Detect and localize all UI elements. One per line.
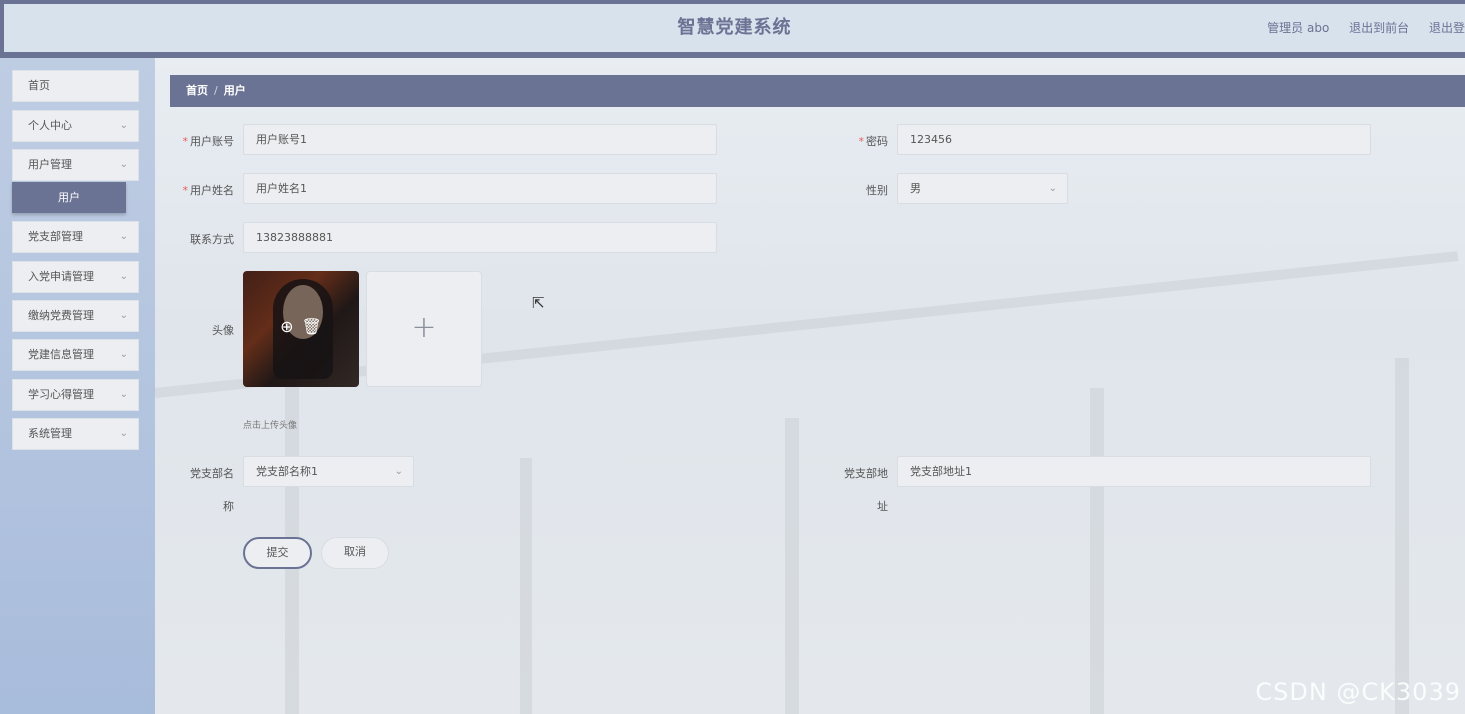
branch-name-value: 党支部名称1 — [256, 465, 318, 478]
breadcrumb-current: 用户 — [223, 84, 246, 97]
cancel-button[interactable]: 取消 — [321, 537, 389, 569]
submit-button[interactable]: 提交 — [243, 537, 312, 569]
upload-avatar-button[interactable]: + — [366, 271, 482, 387]
sidebar-item-label: 党建信息管理 — [28, 348, 94, 361]
password-label: * 密码 — [825, 133, 889, 149]
contact-label: 联系方式 — [190, 233, 234, 246]
name-label-text: 用户姓名 — [190, 184, 234, 197]
app-title: 智慧党建系统 — [677, 17, 792, 38]
sidebar-item-system-management[interactable]: 系统管理 ⌄ — [12, 418, 139, 450]
sidebar-item-label: 个人中心 — [28, 119, 72, 132]
watermark: CSDN @CK3039 — [1255, 678, 1461, 706]
sidebar-item-branch-management[interactable]: 党支部管理 ⌄ — [12, 221, 139, 253]
contact-input[interactable]: 13823888881 — [243, 222, 717, 253]
sidebar: 首页 个人中心 ⌄ 用户管理 ⌄ 用户 党支部管理 ⌄ 入党申请管理 ⌄ 缴纳党… — [0, 58, 155, 714]
top-bar-inner: 智慧党建系统 管理员 abo 退出到前台 退出登 — [4, 4, 1465, 52]
sidebar-item-label: 用户管理 — [28, 158, 72, 171]
avatar-thumbnail[interactable]: ⊕ 🗑 — [243, 271, 359, 387]
sidebar-item-application-management[interactable]: 入党申请管理 ⌄ — [12, 261, 139, 293]
mouse-cursor-icon: ⇱ — [532, 294, 545, 312]
password-input[interactable]: 123456 — [897, 124, 1371, 155]
chevron-down-icon: ⌄ — [119, 389, 128, 400]
avatar-hint: 点击上传头像 — [243, 421, 298, 431]
logout-link[interactable]: 退出登 — [1429, 21, 1465, 35]
chevron-down-icon: ⌄ — [119, 120, 128, 131]
background-decoration — [520, 458, 532, 714]
sidebar-item-dues-management[interactable]: 缴纳党费管理 ⌄ — [12, 300, 139, 332]
branch-name-label-line1: 党支部名 — [190, 467, 234, 480]
sidebar-item-label: 缴纳党费管理 — [28, 309, 94, 322]
sidebar-item-label: 党支部管理 — [28, 230, 83, 243]
branch-address-input[interactable]: 党支部地址1 — [897, 456, 1371, 487]
breadcrumb: 首页 / 用户 — [170, 75, 1465, 107]
gender-select[interactable]: 男 ⌄ — [897, 173, 1068, 204]
top-bar: 智慧党建系统 管理员 abo 退出到前台 退出登 — [0, 0, 1465, 58]
chevron-down-icon: ⌄ — [119, 159, 128, 170]
user-label: 管理员 abo — [1267, 21, 1330, 35]
chevron-down-icon: ⌄ — [119, 349, 128, 360]
branch-name-label-line2: 称 — [223, 500, 234, 513]
required-mark: * — [182, 184, 189, 197]
exit-to-front-link[interactable]: 退出到前台 — [1349, 21, 1409, 35]
branch-address-label: 党支部地 址 — [825, 465, 888, 514]
chevron-down-icon: ⌄ — [119, 310, 128, 321]
sidebar-item-personal-center[interactable]: 个人中心 ⌄ — [12, 110, 139, 142]
main-content: 首页 / 用户 * 用户账号 用户账号1 * 密码 123456 * 用户姓名 用户姓名1… — [155, 58, 1465, 714]
sidebar-item-label: 系统管理 — [28, 427, 72, 440]
required-mark: * — [858, 135, 865, 148]
gender-label: 性别 — [866, 184, 888, 197]
sidebar-item-label: 学习心得管理 — [28, 388, 94, 401]
plus-icon: + — [411, 310, 437, 345]
background-decoration — [1090, 388, 1104, 714]
zoom-in-icon[interactable]: ⊕ — [280, 317, 293, 336]
chevron-down-icon: ⌄ — [119, 428, 128, 439]
name-label: * 用户姓名 — [170, 182, 235, 198]
branch-address-label-line2: 址 — [877, 500, 888, 513]
account-label: * 用户账号 — [170, 133, 235, 149]
sidebar-item-study-management[interactable]: 学习心得管理 ⌄ — [12, 379, 139, 411]
branch-address-label-line1: 党支部地 — [844, 467, 888, 480]
name-input[interactable]: 用户姓名1 — [243, 173, 717, 204]
background-decoration — [1395, 358, 1409, 714]
sidebar-item-label: 首页 — [28, 79, 50, 92]
avatar-actions: ⊕ 🗑 — [243, 317, 359, 336]
gender-value: 男 — [910, 182, 921, 195]
chevron-down-icon: ⌄ — [119, 271, 128, 282]
trash-icon[interactable]: 🗑 — [302, 317, 322, 336]
branch-name-label: 党支部名 称 — [170, 465, 234, 514]
sidebar-item-label: 入党申请管理 — [28, 270, 94, 283]
sidebar-item-info-management[interactable]: 党建信息管理 ⌄ — [12, 339, 139, 371]
account-label-text: 用户账号 — [190, 135, 234, 148]
sidebar-subitem-user[interactable]: 用户 — [12, 182, 126, 213]
background-decoration — [785, 418, 799, 714]
breadcrumb-home[interactable]: 首页 — [186, 84, 208, 97]
top-links: 管理员 abo 退出到前台 退出登 — [1251, 4, 1465, 52]
chevron-down-icon: ⌄ — [119, 231, 128, 242]
sidebar-item-home[interactable]: 首页 — [12, 70, 139, 102]
required-mark: * — [182, 135, 189, 148]
account-input[interactable]: 用户账号1 — [243, 124, 717, 155]
breadcrumb-separator: / — [214, 84, 218, 97]
sidebar-item-user-management[interactable]: 用户管理 ⌄ — [12, 149, 139, 181]
branch-name-select[interactable]: 党支部名称1 ⌄ — [243, 456, 414, 487]
chevron-down-icon: ⌄ — [394, 466, 403, 477]
password-label-text: 密码 — [866, 135, 888, 148]
avatar-label: 头像 — [212, 324, 234, 337]
chevron-down-icon: ⌄ — [1048, 183, 1057, 194]
